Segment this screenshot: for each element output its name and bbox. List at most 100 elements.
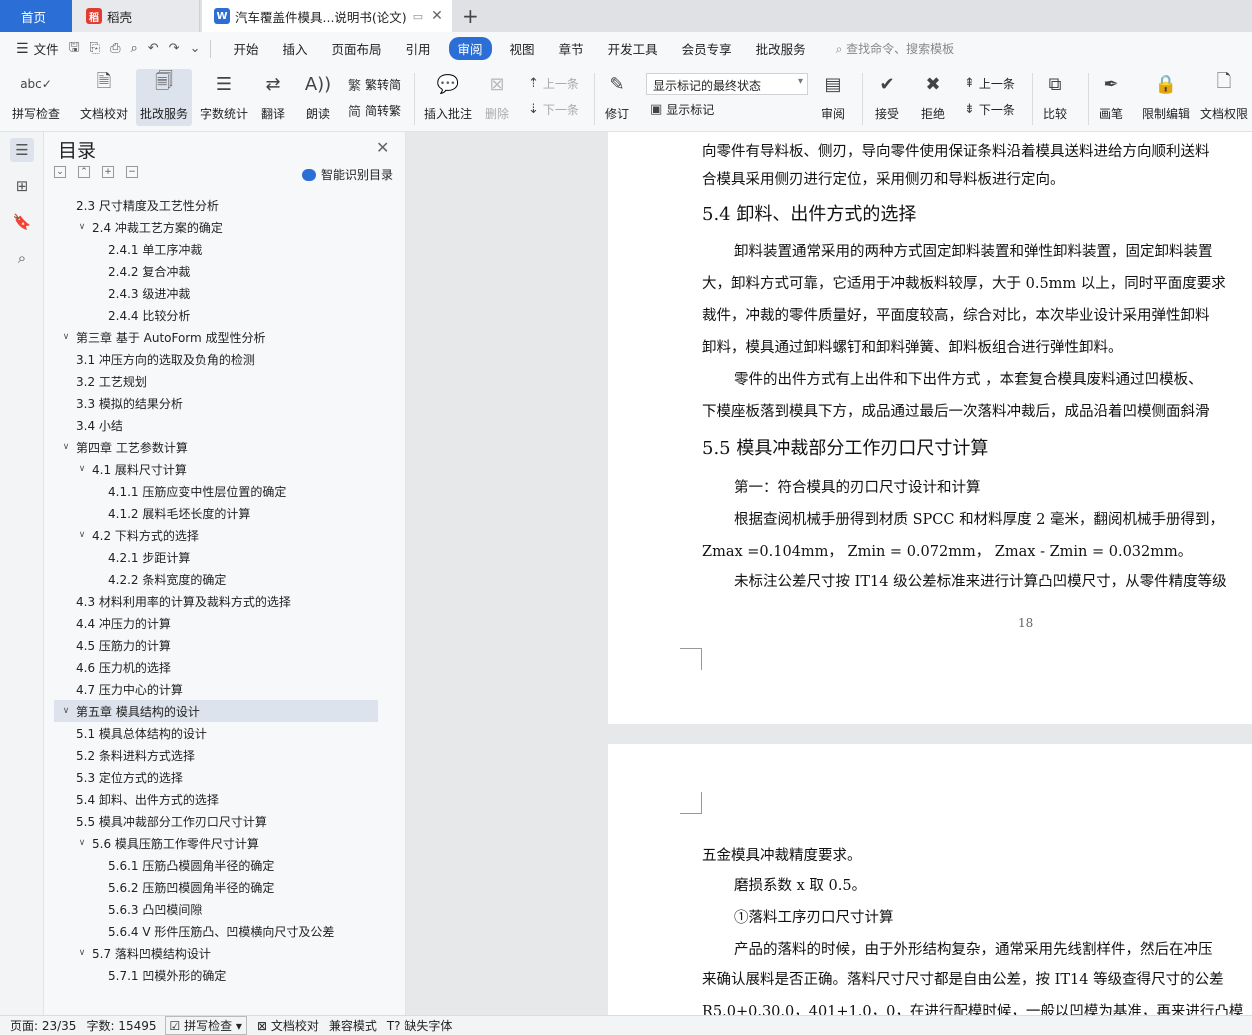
- toc-item[interactable]: 5.3 定位方式的选择: [54, 766, 378, 788]
- toc-item[interactable]: 5.2 条料进料方式选择: [54, 744, 378, 766]
- toc-item[interactable]: ∨ 4.2 下料方式的选择: [54, 524, 378, 546]
- prev-comment-button[interactable]: ⇡ 上一条: [528, 75, 579, 92]
- toc-item[interactable]: 5.5 模具冲裁部分工作刃口尺寸计算: [54, 810, 378, 832]
- revise-service-button[interactable]: 🗐 批改服务: [136, 69, 193, 126]
- delete-comment-button[interactable]: ⊠ 删除: [482, 69, 512, 122]
- word-count-indicator[interactable]: 字数: 15495: [86, 1017, 156, 1034]
- toc-item[interactable]: ∨ 第四章 工艺参数计算: [54, 436, 378, 458]
- toc-item[interactable]: 3.2 工艺规划: [54, 370, 378, 392]
- toc-item[interactable]: 3.3 模拟的结果分析: [54, 392, 378, 414]
- chevron-down-icon[interactable]: ∨: [76, 948, 88, 958]
- preview-icon[interactable]: ⌕: [130, 41, 137, 56]
- toc-item[interactable]: 4.7 压力中心的计算: [54, 678, 378, 700]
- close-tab-icon[interactable]: ✕: [431, 8, 443, 24]
- menu-developer[interactable]: 开发工具: [608, 39, 658, 58]
- toc-item[interactable]: 3.1 冲压方向的选取及负角的检测: [54, 348, 378, 370]
- menu-insert[interactable]: 插入: [282, 39, 307, 58]
- search-icon[interactable]: ⌕: [10, 246, 34, 270]
- next-comment-button[interactable]: ⇣ 下一条: [528, 101, 579, 118]
- toc-item[interactable]: 2.4.3 级进冲裁: [54, 282, 378, 304]
- command-search[interactable]: ⌕ 查找命令、搜索模板: [836, 40, 955, 57]
- toc-item[interactable]: ∨ 5.7 落料凹模结构设计: [54, 942, 378, 964]
- markup-state-select[interactable]: 显示标记的最终状态: [646, 73, 808, 95]
- toc-item[interactable]: 4.2.2 条料宽度的确定: [54, 568, 378, 590]
- toc-item[interactable]: 5.1 模具总体结构的设计: [54, 722, 378, 744]
- toc-item[interactable]: 2.4.2 复合冲裁: [54, 260, 378, 282]
- hamburger-icon[interactable]: ☰: [16, 41, 29, 57]
- toc-item[interactable]: 4.4 冲压力的计算: [54, 612, 378, 634]
- toc-item[interactable]: 5.6.2 压筋凹模圆角半径的确定: [54, 876, 378, 898]
- toc-item[interactable]: 3.4 小结: [54, 414, 378, 436]
- prev-change-button[interactable]: ⇞ 上一条: [964, 75, 1015, 92]
- toc-item[interactable]: 5.6.4 V 形件压筋凸、凹模横向尺寸及公差: [54, 920, 378, 942]
- doc-permission-button[interactable]: 🗋 文档权限: [1200, 69, 1248, 122]
- toc-item[interactable]: 4.1.1 压筋应变中性层位置的确定: [54, 480, 378, 502]
- redo-icon[interactable]: ↷: [169, 41, 180, 56]
- compat-mode-status[interactable]: 兼容模式: [329, 1017, 377, 1034]
- export-icon[interactable]: ⎘: [90, 41, 100, 56]
- toc-item[interactable]: ∨ 5.6 模具压筋工作零件尺寸计算: [54, 832, 378, 854]
- track-changes-button[interactable]: ✎ 修订: [602, 69, 632, 122]
- simp-to-trad-button[interactable]: 简简转繁: [348, 101, 401, 120]
- insert-comment-button[interactable]: 💬 插入批注: [424, 69, 472, 122]
- chevron-down-icon[interactable]: ∨: [76, 464, 88, 474]
- menu-revise-service[interactable]: 批改服务: [756, 39, 806, 58]
- add-heading-icon[interactable]: +: [102, 166, 114, 178]
- file-menu[interactable]: 文件: [34, 39, 59, 58]
- tab-home[interactable]: 首页: [0, 0, 72, 32]
- menu-start[interactable]: 开始: [233, 39, 258, 58]
- toc-item[interactable]: 2.4.4 比较分析: [54, 304, 378, 326]
- toc-item[interactable]: 2.3 尺寸精度及工艺性分析: [54, 194, 378, 216]
- bookmark-icon[interactable]: 🔖: [10, 210, 34, 234]
- expand-all-icon[interactable]: ⌃: [78, 166, 90, 178]
- menu-section[interactable]: 章节: [559, 39, 584, 58]
- read-aloud-button[interactable]: A)) 朗读: [303, 69, 333, 122]
- new-tab-icon[interactable]: +: [462, 4, 479, 28]
- translate-button[interactable]: ⇄ 翻译: [258, 69, 288, 122]
- tab-daoke[interactable]: 稻 稻壳: [72, 0, 200, 32]
- doc-proof-status[interactable]: ⊠ 文档校对: [257, 1017, 319, 1034]
- missing-font-status[interactable]: T? 缺失字体: [387, 1017, 453, 1034]
- pen-button[interactable]: ✒ 画笔: [1096, 69, 1126, 122]
- show-markup-button[interactable]: ▣ 显示标记: [650, 101, 714, 118]
- toc-item[interactable]: 4.6 压力机的选择: [54, 656, 378, 678]
- spellcheck-button[interactable]: abc✓ 拼写检查: [12, 69, 60, 122]
- toc-item[interactable]: 4.5 压筋力的计算: [54, 634, 378, 656]
- toc-item[interactable]: 5.7.1 凹模外形的确定: [54, 964, 378, 986]
- toc-item[interactable]: ∨ 2.4 冲裁工艺方案的确定: [54, 216, 378, 238]
- more-chevron-icon[interactable]: ⌄: [190, 41, 201, 56]
- next-change-button[interactable]: ⇟ 下一条: [964, 101, 1015, 118]
- chevron-down-icon[interactable]: ∨: [76, 222, 88, 232]
- chevron-down-icon[interactable]: ∨: [60, 442, 72, 452]
- navigation-icon[interactable]: ⊞: [10, 174, 34, 198]
- menu-member[interactable]: 会员专享: [682, 39, 732, 58]
- spellcheck-status[interactable]: ☑ 拼写检查 ▾: [164, 1016, 247, 1035]
- reject-button[interactable]: ✖ 拒绝: [918, 69, 948, 122]
- toc-panel-icon[interactable]: ☰: [10, 138, 34, 162]
- review-pane-button[interactable]: ▤ 审阅: [818, 69, 848, 122]
- compare-button[interactable]: ⧉ 比较: [1040, 69, 1070, 122]
- menu-review[interactable]: 审阅: [448, 37, 492, 60]
- close-icon[interactable]: ✕: [376, 138, 389, 157]
- remove-heading-icon[interactable]: −: [126, 166, 138, 178]
- toc-item[interactable]: ∨ 第五章 模具结构的设计: [54, 700, 378, 722]
- chevron-down-icon[interactable]: ∨: [76, 838, 88, 848]
- toc-item[interactable]: 4.2.1 步距计算: [54, 546, 378, 568]
- menu-page-layout[interactable]: 页面布局: [332, 39, 382, 58]
- toc-item[interactable]: ∨ 4.1 展料尺寸计算: [54, 458, 378, 480]
- chevron-down-icon[interactable]: ∨: [76, 530, 88, 540]
- tab-document[interactable]: W 汽车覆盖件模具...说明书(论文) ▭ ✕: [202, 0, 452, 32]
- menu-view[interactable]: 视图: [510, 39, 535, 58]
- accept-button[interactable]: ✔ 接受: [872, 69, 902, 122]
- save-icon[interactable]: 🖫: [69, 38, 80, 60]
- collapse-all-icon[interactable]: ⌄: [54, 166, 66, 178]
- toc-item[interactable]: 4.3 材料利用率的计算及裁料方式的选择: [54, 590, 378, 612]
- smart-toc-button[interactable]: 智能识别目录: [302, 166, 393, 183]
- chevron-down-icon[interactable]: ∨: [60, 706, 72, 716]
- chevron-down-icon[interactable]: ∨: [60, 332, 72, 342]
- word-count-button[interactable]: ☰ 字数统计: [200, 69, 248, 122]
- undo-icon[interactable]: ↶: [148, 41, 159, 56]
- trad-to-simp-button[interactable]: 繁繁转简: [348, 75, 401, 94]
- toc-item[interactable]: 5.6.3 凸凹模间隙: [54, 898, 378, 920]
- toc-item[interactable]: 2.4.1 单工序冲裁: [54, 238, 378, 260]
